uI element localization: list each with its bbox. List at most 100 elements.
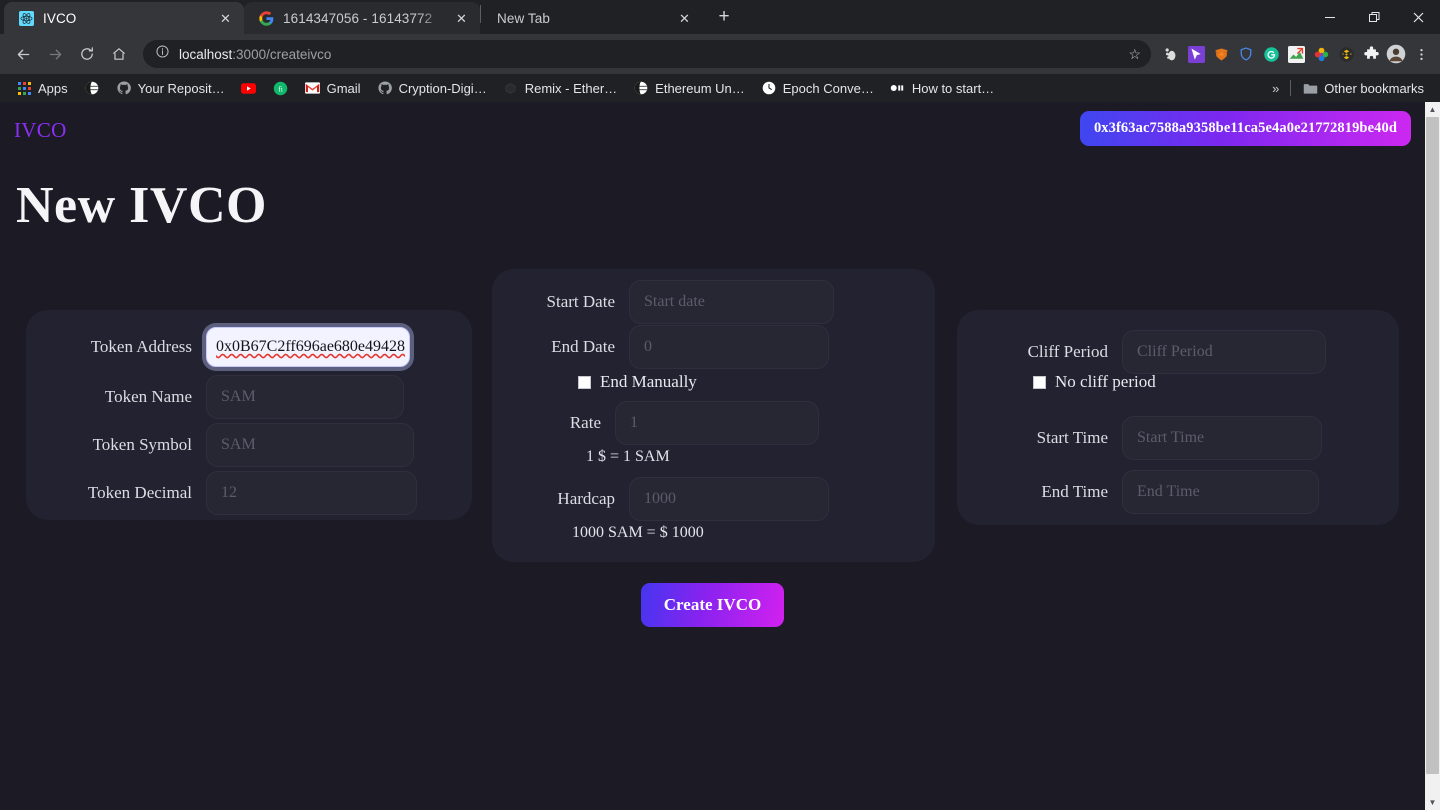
bookmark-label: Ethereum Un…	[655, 80, 745, 96]
create-ivco-button[interactable]: Create IVCO	[640, 583, 785, 627]
bookmark-item-8[interactable]: Epoch Conve…	[753, 78, 882, 98]
bookmark-item-6[interactable]: Remix - Ether…	[495, 78, 625, 98]
grammarly-icon[interactable]	[1260, 43, 1282, 65]
end-manually-label: End Manually	[600, 372, 697, 391]
browser-toolbar: localhost:3000/createivco ☆	[0, 34, 1440, 74]
scroll-up-arrow[interactable]: ▲	[1425, 102, 1440, 117]
bookmark-apps[interactable]: Apps	[8, 78, 76, 98]
bookmark-item-5[interactable]: Cryption-Digi…	[369, 78, 495, 98]
minimize-button[interactable]	[1308, 0, 1352, 34]
browser-window: IVCO ✕ 1614347056 - 16143772 ✕ New Tab ✕…	[0, 0, 1440, 810]
tab-title: 1614347056 - 16143772	[283, 10, 433, 26]
purple-cursor-icon[interactable]	[1185, 43, 1207, 65]
page-scrollbar[interactable]: ▲ ▼	[1425, 102, 1440, 810]
start-date-label: Start Date	[546, 292, 615, 311]
other-bookmarks-label: Other bookmarks	[1324, 80, 1424, 96]
image-editor-icon[interactable]	[1285, 43, 1307, 65]
three-dot-menu-icon[interactable]	[1410, 43, 1432, 65]
bookmarks-overflow-button[interactable]: »	[1264, 81, 1287, 96]
token-decimal-input[interactable]: 12	[206, 471, 417, 515]
tab-title: IVCO	[43, 10, 77, 26]
svg-text:fi: fi	[278, 84, 283, 93]
bookmark-label: Cryption-Digi…	[398, 80, 487, 96]
end-date-input[interactable]: 0	[629, 325, 829, 369]
bookmark-item-4[interactable]: Gmail	[297, 78, 369, 98]
end-date-label: End Date	[551, 337, 615, 356]
maximize-button[interactable]	[1352, 0, 1396, 34]
url-path: :3000/createivco	[232, 46, 332, 62]
end-manually-checkbox[interactable]	[578, 375, 591, 389]
profile-avatar[interactable]	[1385, 43, 1407, 65]
github-icon	[377, 80, 393, 96]
close-icon[interactable]: ✕	[453, 10, 470, 27]
metamask-fox-icon[interactable]	[1210, 43, 1232, 65]
remix-icon	[503, 80, 519, 96]
close-icon[interactable]: ✕	[217, 10, 234, 27]
bookmark-label: Remix - Ether…	[524, 80, 618, 96]
back-button[interactable]	[8, 39, 38, 69]
vesting-time-card: Cliff Period Cliff Period No cliff perio…	[957, 310, 1399, 525]
token-address-label: Token Address	[90, 337, 192, 356]
puzzle-piece-icon[interactable]	[1360, 43, 1382, 65]
submit-row: Create IVCO	[0, 583, 1425, 627]
page-viewport: IVCO 0x3f63ac7588a9358be11ca5e4a0e217728…	[0, 102, 1440, 810]
token-decimal-label: Token Decimal	[87, 483, 192, 502]
end-manually-row[interactable]: End Manually	[578, 372, 697, 392]
token-address-input[interactable]: 0x0B67C2ff696ae680e49428	[206, 327, 410, 367]
tab-google-search[interactable]: 1614347056 - 16143772 ✕	[244, 2, 480, 34]
app-brand-logo[interactable]: IVCO	[14, 118, 67, 143]
rate-label: Rate	[569, 413, 601, 432]
globe-icon	[633, 80, 649, 96]
page-title: New IVCO	[16, 177, 267, 234]
end-time-input[interactable]: End Time	[1122, 470, 1319, 514]
rate-input[interactable]: 1	[615, 401, 819, 445]
address-bar[interactable]: localhost:3000/createivco ☆	[143, 40, 1151, 68]
wallet-address-badge[interactable]: 0x3f63ac7588a9358be11ca5e4a0e21772819be4…	[1079, 111, 1411, 146]
token-name-input[interactable]: SAM	[206, 375, 404, 419]
close-icon[interactable]: ✕	[676, 10, 693, 27]
fi-green-icon: fi	[273, 80, 289, 96]
url-text: localhost:3000/createivco	[179, 47, 331, 62]
scrollbar-thumb[interactable]	[1426, 117, 1439, 774]
google-icon	[258, 10, 274, 26]
clock-icon	[761, 80, 777, 96]
bookmark-star-icon[interactable]: ☆	[1128, 46, 1141, 63]
scroll-down-arrow[interactable]: ▼	[1425, 795, 1440, 810]
start-date-input[interactable]: Start date	[629, 280, 834, 324]
forward-button[interactable]	[40, 39, 70, 69]
no-cliff-row[interactable]: No cliff period	[1033, 372, 1156, 392]
token-symbol-input[interactable]: SAM	[206, 423, 414, 467]
new-tab-button[interactable]: +	[710, 3, 738, 31]
info-icon[interactable]	[155, 44, 170, 64]
color-pinwheel-icon[interactable]	[1310, 43, 1332, 65]
home-button[interactable]	[104, 39, 134, 69]
reload-button[interactable]	[72, 39, 102, 69]
tab-ivco[interactable]: IVCO ✕	[4, 2, 244, 34]
ivco-app: IVCO 0x3f63ac7588a9358be11ca5e4a0e217728…	[0, 102, 1425, 810]
brave-shield-icon[interactable]	[1235, 43, 1257, 65]
folder-icon	[1302, 80, 1318, 96]
cliff-period-input[interactable]: Cliff Period	[1122, 330, 1326, 374]
tab-title: New Tab	[497, 10, 550, 26]
bookmarks-bar: Apps Your Reposit… fi Gmail Cryption-Dig…	[0, 74, 1440, 102]
close-window-button[interactable]	[1396, 0, 1440, 34]
hardcap-input[interactable]: 1000	[629, 477, 829, 521]
bookmark-item-1[interactable]: Your Reposit…	[108, 78, 233, 98]
other-bookmarks-button[interactable]: Other bookmarks	[1294, 78, 1432, 98]
start-time-label: Start Time	[1036, 428, 1108, 447]
bookmark-item-3[interactable]: fi	[265, 78, 297, 98]
gnome-footprint-icon[interactable]	[1160, 43, 1182, 65]
bookmark-item-2[interactable]	[233, 78, 265, 98]
binance-icon[interactable]	[1335, 43, 1357, 65]
cliff-period-label: Cliff Period	[1027, 342, 1108, 361]
bookmark-item-7[interactable]: Ethereum Un…	[625, 78, 753, 98]
bookmark-label: Your Reposit…	[137, 80, 225, 96]
youtube-icon	[241, 80, 257, 96]
bookmark-item-0[interactable]	[76, 78, 108, 98]
react-icon	[18, 10, 34, 26]
bookmark-item-9[interactable]: How to start…	[882, 78, 1002, 98]
tab-new-tab[interactable]: New Tab ✕	[481, 2, 703, 34]
start-time-input[interactable]: Start Time	[1122, 416, 1322, 460]
bookmark-label: How to start…	[911, 80, 995, 96]
no-cliff-checkbox[interactable]	[1033, 375, 1046, 389]
